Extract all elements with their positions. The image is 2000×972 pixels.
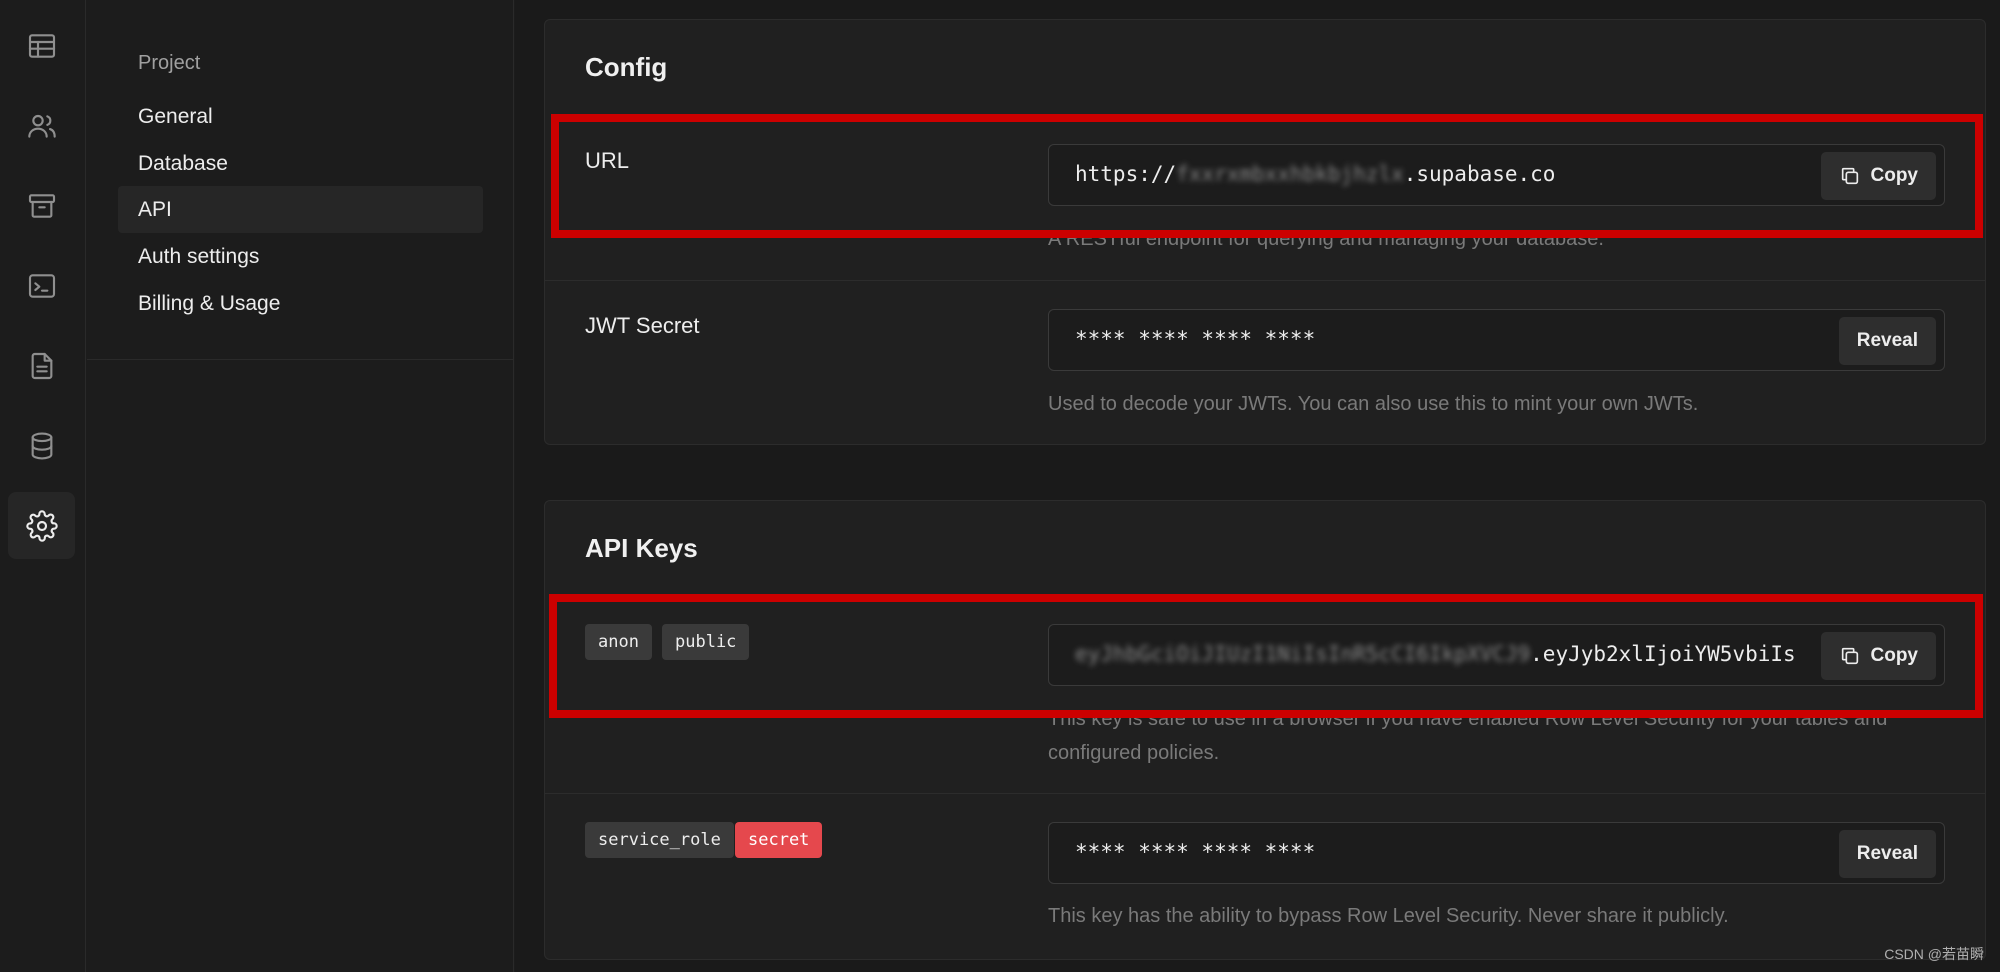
main-content: Config URL https://fxxrxmbxxhbkbjhzlx.su… [515, 0, 2000, 972]
config-title: Config [585, 52, 668, 82]
table-editor-button[interactable] [8, 12, 75, 79]
anon-key-blurred: eyJhbGciOiJIUzI1NiIsInR5cCI6IkpXVCJ9 [1075, 642, 1531, 666]
copy-icon [1841, 647, 1858, 665]
sql-editor-button[interactable] [8, 252, 75, 319]
service-role-key-field[interactable]: **** **** **** **** Reveal [1048, 822, 1945, 884]
archive-icon [28, 193, 55, 218]
settings-sidebar: Project General Database API Auth settin… [87, 0, 514, 972]
api-keys-title: API Keys [585, 533, 698, 563]
url-hint: A RESTful endpoint for querying and mana… [1048, 228, 1604, 250]
gear-icon [25, 509, 58, 542]
terminal-icon [28, 273, 55, 298]
sidebar-heading: Project [138, 52, 201, 74]
url-value: https://fxxrxmbxxhbkbjhzlx.supabase.co [1075, 162, 1555, 186]
icon-rail [0, 0, 86, 972]
copy-icon [1841, 167, 1858, 185]
jwt-secret-hint: Used to decode your JWTs. You can also u… [1048, 393, 1699, 415]
authentication-button[interactable] [8, 92, 75, 159]
public-tag: public [662, 624, 750, 660]
api-docs-button[interactable] [8, 332, 75, 399]
anon-key-value: eyJhbGciOiJIUzI1NiIsInR5cCI6IkpXVCJ9.eyJ… [1075, 642, 1796, 666]
table-icon [28, 33, 55, 58]
jwt-secret-value: **** **** **** **** [1075, 327, 1316, 351]
url-label: URL [585, 148, 630, 173]
settings-button[interactable] [8, 492, 75, 559]
sidebar-divider [87, 359, 514, 360]
jwt-secret-field[interactable]: **** **** **** **** Reveal [1048, 309, 1945, 371]
copy-anon-key-button[interactable]: Copy [1820, 632, 1936, 680]
anon-key-visible: .eyJyb2xlIjoiYW5vbiIs [1530, 642, 1796, 666]
copy-url-button[interactable]: Copy [1820, 152, 1936, 200]
api-keys-panel: API Keys anon public eyJhbGciOiJIUzI1NiI… [544, 500, 1986, 960]
service-role-tag: service_role [585, 822, 734, 858]
url-field[interactable]: https://fxxrxmbxxhbkbjhzlx.supabase.co C… [1048, 144, 1945, 206]
copy-anon-key-label: Copy [1870, 645, 1919, 666]
reveal-jwt-button[interactable]: Reveal [1838, 317, 1936, 365]
url-suffix: .supabase.co [1403, 162, 1556, 186]
secret-tag: secret [735, 822, 823, 858]
database-button[interactable] [8, 412, 75, 479]
service-role-key-hint: This key has the ability to bypass Row L… [1048, 905, 1729, 927]
document-icon [31, 352, 52, 379]
jwt-secret-label: JWT Secret [585, 313, 700, 338]
url-prefix: https:// [1075, 162, 1177, 186]
url-project-ref-blurred: fxxrxmbxxhbkbjhzlx [1176, 162, 1404, 186]
storage-button[interactable] [8, 172, 75, 239]
config-row-divider [545, 280, 1985, 281]
anon-key-field[interactable]: eyJhbGciOiJIUzI1NiIsInR5cCI6IkpXVCJ9.eyJ… [1048, 624, 1945, 686]
sidebar-item-billing-usage[interactable]: Billing & Usage [118, 280, 483, 327]
anon-key-hint: This key is safe to use in a browser if … [1048, 708, 1888, 764]
anon-tag: anon [585, 624, 652, 660]
sidebar-item-api[interactable]: API [118, 186, 483, 233]
sidebar-item-general[interactable]: General [118, 93, 483, 140]
watermark: CSDN @若苗瞬 [1884, 946, 1984, 962]
sidebar-item-auth-settings[interactable]: Auth settings [118, 233, 483, 280]
service-role-key-value: **** **** **** **** [1075, 840, 1316, 864]
database-icon [31, 432, 52, 459]
sidebar-item-database[interactable]: Database [118, 140, 483, 187]
api-keys-row-divider [545, 793, 1985, 794]
reveal-service-key-button[interactable]: Reveal [1838, 830, 1936, 878]
copy-url-label: Copy [1870, 165, 1919, 186]
users-icon [27, 114, 56, 138]
config-panel: Config URL https://fxxrxmbxxhbkbjhzlx.su… [544, 19, 1986, 445]
